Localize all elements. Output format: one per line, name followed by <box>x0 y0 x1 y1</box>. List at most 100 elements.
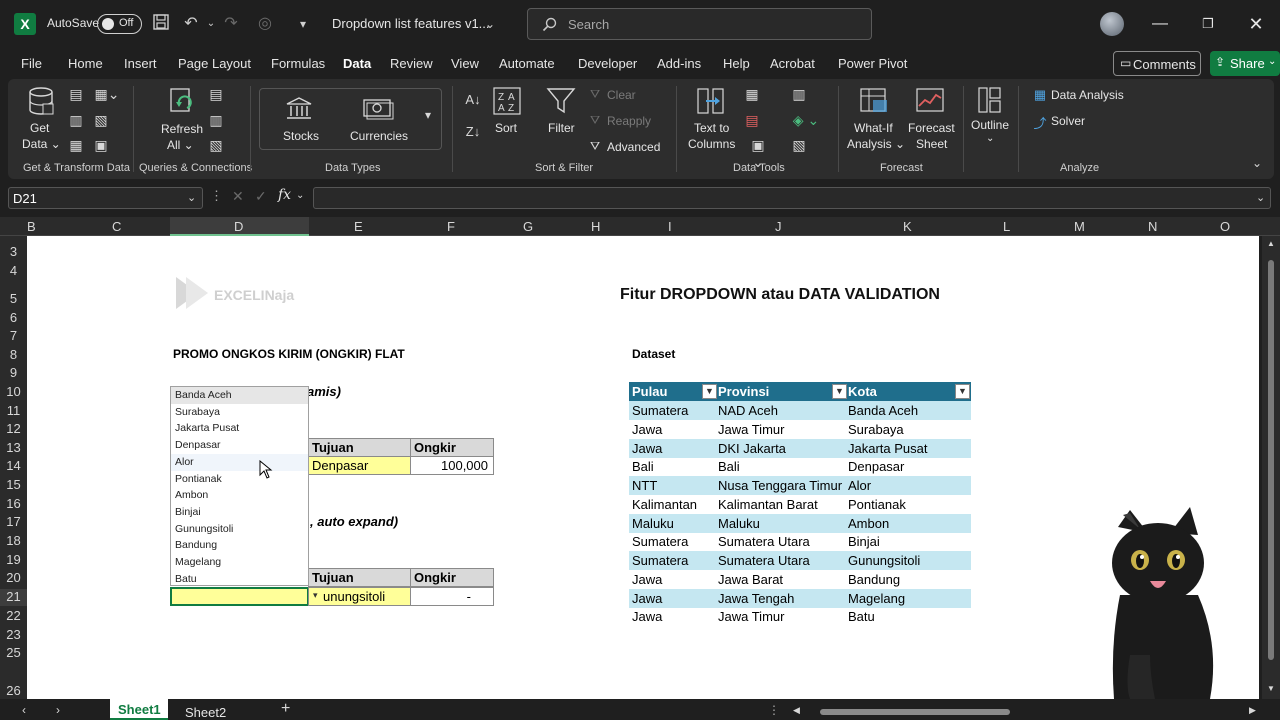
advanced-label[interactable]: Advanced <box>607 140 660 154</box>
tab-page-layout[interactable]: Page Layout <box>178 56 251 71</box>
row-header-15[interactable]: 15 <box>0 477 27 492</box>
tab-automate[interactable]: Automate <box>499 56 555 71</box>
stocks-icon[interactable] <box>285 96 313 122</box>
dropdown-option[interactable]: Jakarta Pusat <box>171 420 308 437</box>
row-header-7[interactable]: 7 <box>0 328 27 343</box>
solver-label[interactable]: Solver <box>1051 114 1085 128</box>
table-cell[interactable]: Jawa <box>632 441 662 456</box>
insert-function-icon[interactable]: fx <box>278 187 291 203</box>
from-table-icon[interactable]: ▥ <box>68 112 84 128</box>
column-header-l[interactable]: L <box>1003 219 1010 234</box>
tab-power-pivot[interactable]: Power Pivot <box>838 56 907 71</box>
vertical-scrollbar[interactable]: ▲ ▼ <box>1262 236 1280 699</box>
dropdown-arrow-icon[interactable]: ▾ <box>313 590 318 601</box>
row-header-22[interactable]: 22 <box>0 608 27 623</box>
forecast-sheet-label-2[interactable]: Sheet <box>916 137 947 151</box>
solver-icon[interactable]: ⤴ <box>1032 113 1048 131</box>
tab-formulas[interactable]: Formulas <box>271 56 325 71</box>
dropdown-option[interactable]: Gunungsitoli <box>171 521 308 538</box>
filter-dropdown-icon[interactable]: ▼ <box>832 384 847 399</box>
relationships-icon[interactable]: ◈ ⌄ <box>791 112 821 128</box>
touch-mode-icon[interactable]: ◎ <box>254 13 276 35</box>
save-icon[interactable] <box>150 13 172 35</box>
table-cell[interactable]: Jawa <box>632 591 662 606</box>
table-cell[interactable]: Jawa Barat <box>718 572 783 587</box>
column-header-o[interactable]: O <box>1220 219 1230 234</box>
get-data-label-2[interactable]: Data ⌄ <box>22 137 61 151</box>
tab-file[interactable]: File <box>21 56 42 71</box>
table-cell[interactable]: Jawa Timur <box>718 609 784 624</box>
table2-ongkir-cell[interactable]: - <box>410 587 494 606</box>
table-cell[interactable]: Maluku <box>632 516 674 531</box>
what-if-analysis-icon[interactable] <box>859 86 889 116</box>
tab-help[interactable]: Help <box>723 56 750 71</box>
table-cell[interactable]: NTT <box>632 478 657 493</box>
edit-links-icon[interactable]: ▧ <box>208 137 224 153</box>
table-cell[interactable]: Kalimantan <box>632 497 697 512</box>
reapply-label[interactable]: Reapply <box>607 114 651 128</box>
dropdown-option[interactable]: Ambon <box>171 487 308 504</box>
table-cell[interactable]: Jawa <box>632 422 662 437</box>
scroll-left-icon[interactable]: ◀ <box>793 705 800 716</box>
queries-icon[interactable]: ▣ <box>93 137 109 153</box>
row-header-12[interactable]: 12 <box>0 421 27 436</box>
vertical-scroll-thumb[interactable] <box>1268 260 1274 660</box>
dropdown-option[interactable]: Magelang <box>171 554 308 571</box>
table-cell[interactable]: Kalimantan Barat <box>718 497 818 512</box>
refresh-all-label-2[interactable]: All ⌄ <box>167 138 194 152</box>
table-cell[interactable]: DKI Jakarta <box>718 441 786 456</box>
name-box[interactable]: D21 ⌄ <box>8 187 203 209</box>
table-cell[interactable]: Sumatera <box>632 534 688 549</box>
table-cell[interactable]: Alor <box>848 478 871 493</box>
row-header-9[interactable]: 9 <box>0 365 27 380</box>
table-cell[interactable]: Jakarta Pusat <box>848 441 928 456</box>
sort-ascending-icon[interactable]: A↓ <box>463 92 483 112</box>
column-header-k[interactable]: K <box>903 219 912 234</box>
redo-icon[interactable]: ↷ <box>220 13 242 35</box>
table-cell[interactable]: Surabaya <box>848 422 904 437</box>
refresh-all-label[interactable]: Refresh <box>161 122 203 136</box>
stocks-label[interactable]: Stocks <box>283 129 319 143</box>
tab-sheet1[interactable]: Sheet1 <box>110 699 168 720</box>
column-header-e[interactable]: E <box>354 219 363 234</box>
table1-ongkir-cell[interactable]: 100,000 <box>410 456 494 475</box>
minimize-icon[interactable]: — <box>1148 12 1172 36</box>
row-header-20[interactable]: 20 <box>0 570 27 585</box>
clear-filter-icon[interactable]: ⛛ <box>587 87 603 103</box>
column-header-h[interactable]: H <box>591 219 600 234</box>
column-header-b[interactable]: B <box>27 219 36 234</box>
fx-chevron-icon[interactable]: ⌄ <box>296 190 304 201</box>
active-cell-d21[interactable] <box>170 587 309 606</box>
remove-duplicates-icon[interactable]: ▤ <box>744 112 760 128</box>
column-header-n[interactable]: N <box>1148 219 1157 234</box>
row-header-8[interactable]: 8 <box>0 347 27 362</box>
row-header-17[interactable]: 17 <box>0 514 27 529</box>
row-header-19[interactable]: 19 <box>0 552 27 567</box>
text-to-columns-icon[interactable] <box>696 86 726 116</box>
data-validation-icon[interactable]: ▣ ⌄ <box>744 137 772 170</box>
tab-developer[interactable]: Developer <box>578 56 637 71</box>
row-header-26[interactable]: 26 <box>0 683 27 698</box>
sort-label[interactable]: Sort <box>495 121 517 135</box>
tab-sheet2[interactable]: Sheet2 <box>178 699 236 720</box>
search-box[interactable]: Search <box>527 8 872 40</box>
table-cell[interactable]: Magelang <box>848 591 905 606</box>
document-title[interactable]: Dropdown list features v1... <box>332 16 490 31</box>
row-header-21[interactable]: 21 <box>0 589 27 604</box>
table-cell[interactable]: Ambon <box>848 516 889 531</box>
undo-icon[interactable]: ↶ <box>180 13 202 35</box>
table-cell[interactable]: Pontianak <box>848 497 906 512</box>
restore-icon[interactable]: ❐ <box>1196 12 1220 36</box>
worksheet-grid[interactable]: EXCELINaja Fitur DROPDOWN atau DATA VALI… <box>27 236 1259 699</box>
table-cell[interactable]: Jawa <box>632 572 662 587</box>
customize-toolbar-icon[interactable]: ▾ <box>292 13 314 35</box>
scroll-up-icon[interactable]: ▲ <box>1267 239 1275 248</box>
tab-data[interactable]: Data <box>343 56 371 71</box>
tab-review[interactable]: Review <box>390 56 433 71</box>
table-cell[interactable]: Banda Aceh <box>848 403 918 418</box>
column-header-m[interactable]: M <box>1074 219 1085 234</box>
title-chevron-down-icon[interactable]: ⌄ <box>479 13 501 35</box>
undo-dropdown-icon[interactable]: ⌄ <box>200 13 222 35</box>
dropdown-option[interactable]: Banda Aceh <box>171 387 308 404</box>
existing-connections-icon[interactable]: ▦ <box>68 137 84 153</box>
